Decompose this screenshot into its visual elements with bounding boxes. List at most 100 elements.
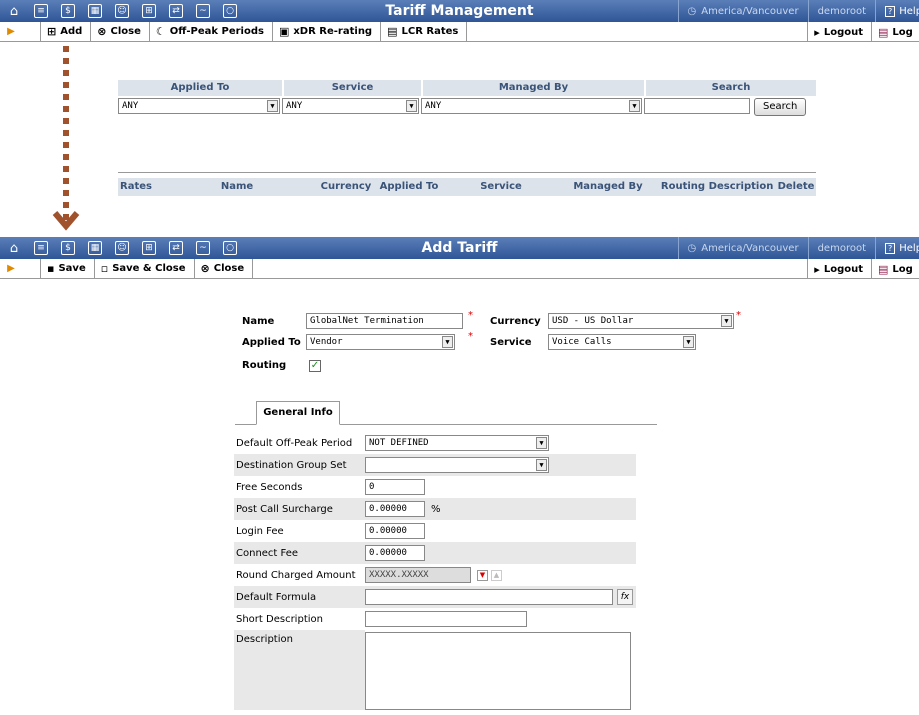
col-delete: Delete	[777, 181, 815, 192]
network-icon[interactable]: ⊞	[142, 241, 156, 255]
tab-general-info[interactable]: General Info	[256, 401, 340, 425]
log-button[interactable]: ▤ Log	[871, 259, 919, 279]
currency-label: Currency	[490, 316, 541, 327]
moon-icon: ☾	[155, 25, 166, 38]
chevron-down-icon	[52, 211, 80, 231]
connect-fee-input[interactable]: 0.00000	[365, 545, 425, 561]
routing-label: Routing	[242, 360, 287, 371]
chart-icon[interactable]: ~	[196, 4, 210, 18]
col-name: Name	[220, 181, 254, 192]
top-toolbar: ▶ ⊞ Add ⊗ Close ☾ Off-Peak Periods ▣ xDR Re-…	[0, 21, 919, 42]
service-select[interactable]: ANY ▼	[282, 98, 419, 114]
add-button[interactable]: ⊞ Add	[40, 21, 90, 42]
home-icon[interactable]: ⌂	[7, 241, 21, 255]
formula-wizard-icon[interactable]: fx	[617, 589, 633, 605]
close-icon: ⊗	[200, 262, 210, 275]
logout-button[interactable]: ▸ Logout	[807, 22, 871, 42]
chevron-down-icon: ▼	[536, 437, 547, 449]
currency-select[interactable]: USD - US Dollar ▼	[548, 313, 734, 329]
clock-icon: ◷	[687, 5, 697, 17]
user-link[interactable]: demoroot	[807, 0, 875, 22]
login-fee-input[interactable]: 0.00000	[365, 523, 425, 539]
col-routing: Routing	[660, 181, 706, 192]
logout-button[interactable]: ▸ Logout	[807, 259, 871, 279]
percent-unit: %	[431, 503, 441, 515]
customers-icon[interactable]: ≡	[34, 4, 48, 18]
applied-to-header: Applied To	[118, 80, 282, 96]
chevron-down-icon: ▼	[406, 100, 417, 112]
timezone-link[interactable]: ◷ America/Vancouver	[677, 237, 808, 259]
managed-by-select[interactable]: ANY ▼	[421, 98, 642, 114]
name-input[interactable]: GlobalNet Termination	[306, 313, 463, 329]
save-icon: ▫	[100, 262, 109, 275]
applied-to-select[interactable]: Vendor ▼	[306, 334, 455, 350]
formula-label: Default Formula	[236, 591, 317, 603]
chevron-down-icon: ▼	[442, 336, 453, 348]
timezone-link[interactable]: ◷ America/Vancouver	[677, 0, 808, 22]
help-link[interactable]: ? Help	[875, 237, 919, 259]
surcharge-label: Post Call Surcharge	[236, 503, 333, 515]
billing-icon[interactable]: $	[61, 241, 75, 255]
chevron-down-icon: ▼	[721, 315, 732, 327]
help-link[interactable]: ? Help	[875, 0, 919, 22]
user-icon[interactable]: ☺	[115, 241, 129, 255]
description-row: Description	[234, 630, 636, 710]
user-icon[interactable]: ☺	[115, 4, 129, 18]
applied-to-select[interactable]: ANY ▼	[118, 98, 280, 114]
description-textarea[interactable]	[365, 632, 631, 710]
grid-icon[interactable]: ▦	[88, 241, 102, 255]
surcharge-input[interactable]: 0.00000	[365, 501, 425, 517]
chevron-down-icon: ▼	[536, 459, 547, 471]
help-icon: ?	[885, 5, 896, 17]
chevron-down-icon: ▼	[629, 100, 640, 112]
search-icon[interactable]: ○	[223, 241, 237, 255]
search-header: Search	[646, 80, 816, 96]
service-label: Service	[490, 337, 532, 348]
search-input[interactable]	[644, 98, 750, 114]
destgroup-label: Destination Group Set	[236, 459, 347, 471]
logout-icon: ▸	[814, 25, 820, 39]
home-icon[interactable]: ⌂	[7, 4, 21, 18]
round-up-icon[interactable]: ▲	[491, 569, 502, 581]
search-button[interactable]: Search	[754, 98, 807, 116]
required-icon: *	[468, 331, 473, 342]
xdr-rerating-button[interactable]: ▣ xDR Re-rating	[271, 21, 380, 42]
formula-input[interactable]	[365, 589, 613, 605]
free-seconds-input[interactable]: 0	[365, 479, 425, 495]
round-input[interactable]: XXXXX.XXXXX	[365, 567, 471, 583]
round-down-icon[interactable]: ▼	[477, 569, 488, 581]
log-button[interactable]: ▤ Log	[871, 22, 919, 42]
search-icon[interactable]: ○	[223, 4, 237, 18]
off-peak-button[interactable]: ☾ Off-Peak Periods	[148, 21, 272, 42]
billing-icon[interactable]: $	[61, 4, 75, 18]
log-icon: ▤	[878, 25, 889, 39]
transfer-icon[interactable]: ⇄	[169, 4, 183, 18]
grid-icon[interactable]: ▦	[88, 4, 102, 18]
add-icon: ⊞	[47, 25, 57, 38]
lcr-rates-button[interactable]: ▤ LCR Rates	[380, 21, 468, 42]
network-icon[interactable]: ⊞	[142, 4, 156, 18]
chart-icon[interactable]: ~	[196, 241, 210, 255]
general-info-grid: Default Off-Peak Period NOT DEFINED ▼ Des…	[234, 432, 636, 710]
close-button[interactable]: ⊗ Close	[193, 258, 254, 279]
col-applied-to: Applied To	[379, 181, 439, 192]
login-fee-label: Login Fee	[236, 525, 284, 537]
transfer-icon[interactable]: ⇄	[169, 241, 183, 255]
save-close-button[interactable]: ▫ Save & Close	[93, 258, 194, 279]
required-icon: *	[468, 310, 473, 321]
short-desc-input[interactable]	[365, 611, 527, 627]
help-icon: ?	[885, 242, 896, 254]
close-button[interactable]: ⊗ Close	[90, 21, 149, 42]
service-select[interactable]: Voice Calls ▼	[548, 334, 696, 350]
bottom-toolbar: ▶ ▪ Save ▫ Save & Close ⊗ Close ▸ Logout ▤ Lo…	[0, 258, 919, 279]
offpeak-select[interactable]: NOT DEFINED ▼	[365, 435, 549, 451]
save-button[interactable]: ▪ Save	[40, 258, 94, 279]
user-link[interactable]: demoroot	[807, 237, 875, 259]
destgroup-select[interactable]: ▼	[365, 457, 549, 473]
xdr-icon: ▣	[278, 25, 290, 38]
free-seconds-label: Free Seconds	[236, 481, 303, 493]
customers-icon[interactable]: ≡	[34, 241, 48, 255]
clock-icon: ◷	[687, 242, 697, 254]
surcharge-row: Post Call Surcharge 0.00000%	[234, 498, 636, 520]
routing-checkbox[interactable]: ✓	[309, 360, 321, 372]
